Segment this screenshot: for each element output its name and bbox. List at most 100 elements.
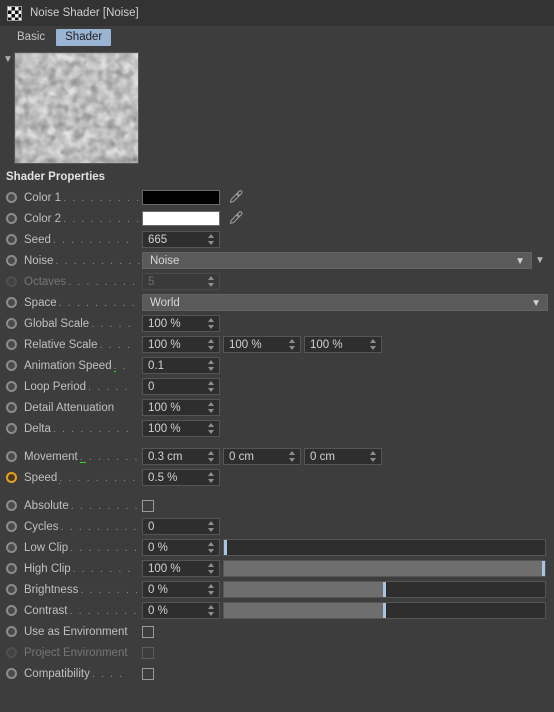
checkbox-compatibility[interactable] xyxy=(142,667,154,680)
animated-keyframe-dot-speed[interactable] xyxy=(6,472,17,483)
label-text-absolute: Absolute xyxy=(24,499,71,512)
spinner-icon[interactable] xyxy=(288,450,297,463)
eyedropper-icon-color-1[interactable] xyxy=(228,189,246,206)
number-value: 0.3 cm xyxy=(148,450,183,463)
checkbox-absolute[interactable] xyxy=(142,499,154,512)
dropdown-space[interactable]: World ▼ xyxy=(142,294,548,311)
number-field-low-clip[interactable]: 0 % xyxy=(142,539,220,556)
spinner-icon[interactable] xyxy=(207,541,216,554)
spinner-icon[interactable] xyxy=(207,338,216,351)
spinner-icon[interactable] xyxy=(288,338,297,351)
window-title: Noise Shader [Noise] xyxy=(30,7,139,19)
keyframe-dot-relative-scale[interactable] xyxy=(6,339,17,350)
property-label-project-environment: Project Environment xyxy=(24,646,142,659)
spinner-icon[interactable] xyxy=(207,233,216,246)
label-text-color-1: Color 1 xyxy=(24,191,64,204)
number-field-movement-3[interactable]: 0 cm xyxy=(304,448,382,465)
label-leader-dots: . . . . . xyxy=(88,380,130,393)
shader-menu-chevron-icon[interactable]: ▼ xyxy=(532,255,548,266)
spinner-icon[interactable] xyxy=(207,450,216,463)
keyframe-dot-global-scale[interactable] xyxy=(6,318,17,329)
dropdown-noise[interactable]: Noise ▼ xyxy=(142,252,532,269)
slider-brightness[interactable] xyxy=(223,581,546,598)
label-leader-dots: . . . . . . . . . xyxy=(69,604,142,617)
keyframe-dot-movement[interactable] xyxy=(6,451,17,462)
slider-contrast[interactable] xyxy=(223,602,546,619)
spinner-icon[interactable] xyxy=(207,583,216,596)
number-field-delta[interactable]: 100 % xyxy=(142,420,220,437)
number-value: 0 xyxy=(148,520,155,533)
keyframe-dot-use-as-environment[interactable] xyxy=(6,626,17,637)
eyedropper-icon-color-2[interactable] xyxy=(228,210,246,227)
keyframe-dot-brightness[interactable] xyxy=(6,584,17,595)
spinner-icon[interactable] xyxy=(207,520,216,533)
slider-handle[interactable] xyxy=(542,561,545,576)
number-field-contrast[interactable]: 0 % xyxy=(142,602,220,619)
slider-handle[interactable] xyxy=(383,582,386,597)
number-field-cycles[interactable]: 0 xyxy=(142,518,220,535)
spinner-icon[interactable] xyxy=(369,450,378,463)
number-field-seed[interactable]: 665 xyxy=(142,231,220,248)
number-field-movement[interactable]: 0.3 cm xyxy=(142,448,220,465)
spinner-icon[interactable] xyxy=(207,380,216,393)
spinner-icon[interactable] xyxy=(207,359,216,372)
tab-shader[interactable]: Shader xyxy=(56,28,112,46)
number-field-animation-speed[interactable]: 0.1 xyxy=(142,357,220,374)
spinner-icon[interactable] xyxy=(369,338,378,351)
number-field-speed[interactable]: 0.5 % xyxy=(142,469,220,486)
keyframe-dot-space[interactable] xyxy=(6,297,17,308)
spinner-icon[interactable] xyxy=(207,562,216,575)
keyframe-dot-loop-period[interactable] xyxy=(6,381,17,392)
noise-preview[interactable] xyxy=(14,52,139,164)
number-field-relative-scale[interactable]: 100 % xyxy=(142,336,220,353)
number-field-relative-scale-3[interactable]: 100 % xyxy=(304,336,382,353)
property-row-color-2: Color 2. . . . . . . . .> xyxy=(0,208,554,229)
color-swatch-color-1[interactable] xyxy=(142,190,220,205)
number-field-loop-period[interactable]: 0 xyxy=(142,378,220,395)
keyframe-dot-cycles[interactable] xyxy=(6,521,17,532)
slider-low-clip[interactable] xyxy=(223,539,546,556)
keyframe-dot-low-clip[interactable] xyxy=(6,542,17,553)
number-field-brightness[interactable]: 0 % xyxy=(142,581,220,598)
spinner-icon[interactable] xyxy=(207,471,216,484)
property-label-noise: Noise. . . . . . . . . . xyxy=(24,254,142,267)
spinner-icon[interactable] xyxy=(207,422,216,435)
keyframe-dot-contrast[interactable] xyxy=(6,605,17,616)
spinner-icon[interactable] xyxy=(207,604,216,617)
keyframe-dot-absolute[interactable] xyxy=(6,500,17,511)
keyframe-dot-animation-speed[interactable] xyxy=(6,360,17,371)
slider-handle[interactable] xyxy=(383,603,386,618)
tab-basic[interactable]: Basic xyxy=(8,29,54,46)
number-field-movement-2[interactable]: 0 cm xyxy=(223,448,301,465)
slider-handle[interactable] xyxy=(224,540,227,555)
keyframe-dot-detail-attenuation[interactable] xyxy=(6,402,17,413)
slider-fill xyxy=(224,582,385,597)
spinner-icon[interactable] xyxy=(207,317,216,330)
keyframe-dot-compatibility[interactable] xyxy=(6,668,17,679)
spinner-icon[interactable] xyxy=(207,275,216,288)
chevron-down-icon[interactable]: ▼ xyxy=(2,52,14,164)
label-text-low-clip: Low Clip xyxy=(24,541,71,554)
slider-high-clip[interactable] xyxy=(223,560,546,577)
number-field-relative-scale-2[interactable]: 100 % xyxy=(223,336,301,353)
spinner-icon[interactable] xyxy=(207,401,216,414)
keyframe-dot-color-2[interactable] xyxy=(6,213,17,224)
keyframe-dot-high-clip[interactable] xyxy=(6,563,17,574)
keyframe-dot-seed[interactable] xyxy=(6,234,17,245)
label-leader-dots: . . . . . . . . . . xyxy=(59,471,142,484)
number-field-detail-attenuation[interactable]: 100 % xyxy=(142,399,220,416)
label-text-seed: Seed xyxy=(24,233,53,246)
property-row-seed: Seed. . . . . . . . . 665 xyxy=(0,229,554,250)
number-field-high-clip[interactable]: 100 % xyxy=(142,560,220,577)
property-row-project-environment: Project Environment xyxy=(0,642,554,663)
property-row-animation-speed: Animation Speed. . 0.1 xyxy=(0,355,554,376)
checkbox-use-as-environment[interactable] xyxy=(142,625,154,638)
keyframe-dot-noise[interactable] xyxy=(6,255,17,266)
chevron-down-icon[interactable]: ▼ xyxy=(515,256,525,267)
chevron-down-icon[interactable]: ▼ xyxy=(531,298,541,309)
number-field-global-scale[interactable]: 100 % xyxy=(142,315,220,332)
keyframe-dot-delta[interactable] xyxy=(6,423,17,434)
label-text-octaves: Octaves xyxy=(24,275,69,288)
color-swatch-color-2[interactable] xyxy=(142,211,220,226)
keyframe-dot-color-1[interactable] xyxy=(6,192,17,203)
